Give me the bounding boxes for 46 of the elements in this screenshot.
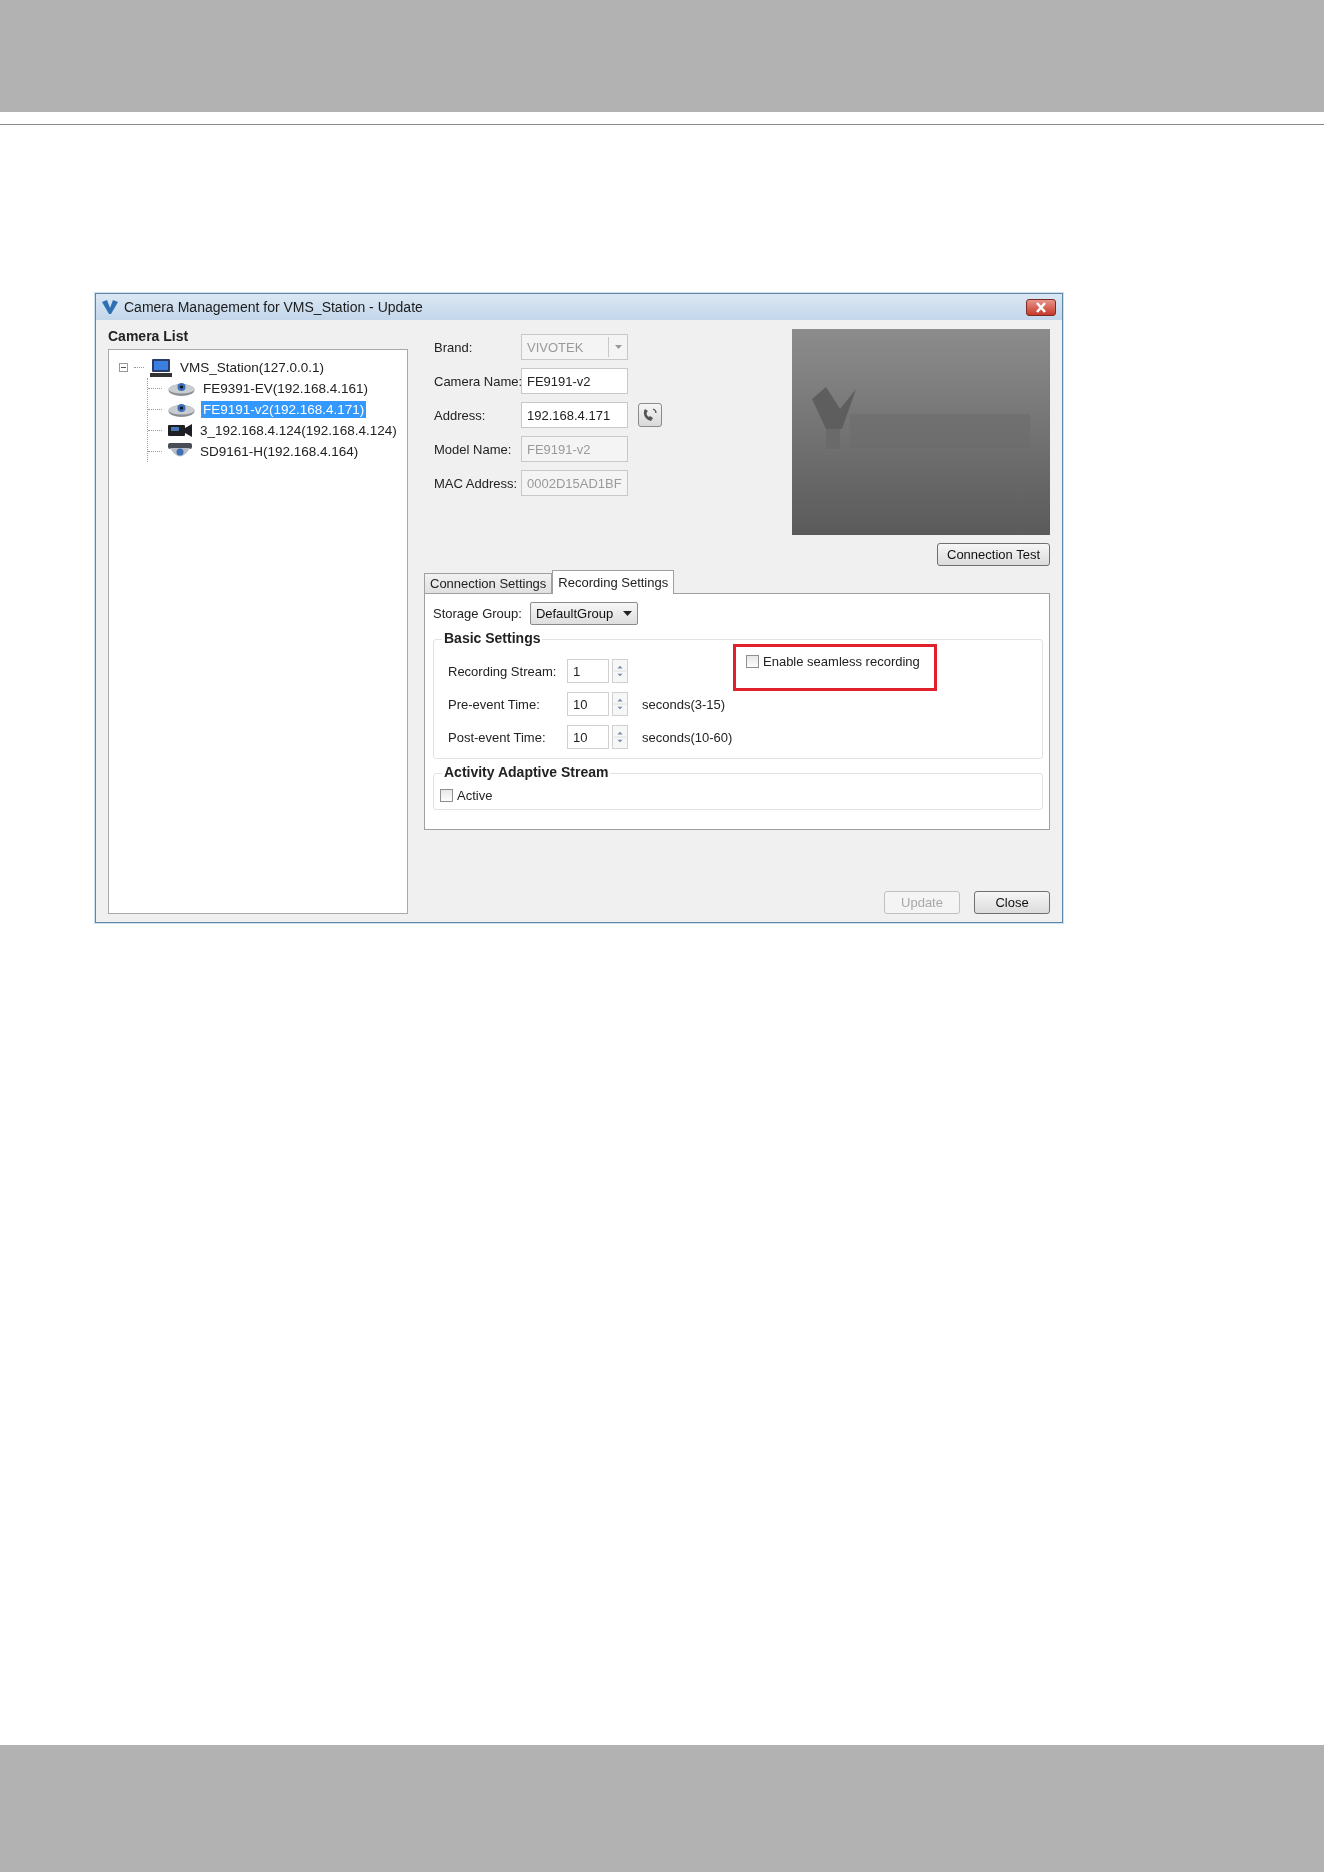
tree-item[interactable]: SD9161-H(192.168.4.164): [198, 443, 361, 460]
video-camera-icon: [168, 424, 192, 437]
input-field[interactable]: FE9191-v2: [521, 368, 628, 394]
checkbox[interactable]: [746, 655, 759, 668]
tab[interactable]: Recording Settings: [552, 570, 675, 594]
range-hint: seconds(10-60): [642, 729, 733, 745]
spinner-icon[interactable]: [612, 659, 628, 683]
checkbox-label: Active: [457, 788, 493, 803]
spinner-icon[interactable]: [612, 692, 628, 716]
dialog-button[interactable]: Close: [974, 891, 1050, 914]
field-label: Camera Name:: [434, 373, 521, 389]
tree-item[interactable]: VMS_Station(127.0.0.1): [178, 359, 327, 376]
field-label: Address:: [434, 407, 487, 423]
computer-icon: [150, 357, 172, 378]
number-field[interactable]: 1: [567, 659, 609, 683]
collapse-icon[interactable]: [119, 363, 128, 372]
close-icon[interactable]: [1026, 298, 1056, 316]
field-label: Storage Group:: [433, 606, 522, 621]
connection-test-button[interactable]: Connection Test: [937, 543, 1050, 566]
window-title: Camera Management for VMS_Station - Update: [124, 299, 423, 315]
tab[interactable]: Connection Settings: [424, 573, 553, 593]
fisheye-camera-icon: [168, 380, 195, 397]
field-label: MAC Address:: [434, 475, 519, 491]
field-label: Model Name:: [434, 441, 513, 457]
range-hint: seconds(3-15): [642, 696, 726, 712]
field-label: Recording Stream:: [448, 663, 558, 679]
caret-icon: [614, 345, 622, 349]
field-label: Brand:: [434, 339, 474, 355]
connect-icon[interactable]: [638, 403, 662, 427]
checkbox[interactable]: [440, 789, 453, 802]
number-field[interactable]: 10: [567, 692, 609, 716]
group-title: Basic Settings: [442, 630, 543, 646]
fisheye-camera-icon: [168, 401, 195, 418]
caret-icon: [623, 611, 633, 616]
field-label: Pre-event Time:: [448, 696, 541, 712]
panel-title: Camera List: [108, 328, 189, 344]
field-label: Post-event Time:: [448, 729, 547, 745]
checkbox-label: Enable seamless recording: [763, 654, 920, 669]
input-field[interactable]: 192.168.4.171: [521, 402, 628, 428]
tree-item[interactable]: FE9391-EV(192.168.4.161): [201, 380, 371, 397]
spinner-icon[interactable]: [612, 725, 628, 749]
tree-item[interactable]: 3_192.168.4.124(192.168.4.124): [198, 422, 399, 439]
storage-group-dropdown[interactable]: DefaultGroup: [529, 602, 639, 625]
app-logo-icon: [102, 300, 118, 314]
group-title: Activity Adaptive Stream: [442, 764, 611, 780]
number-field[interactable]: 10: [567, 725, 609, 749]
